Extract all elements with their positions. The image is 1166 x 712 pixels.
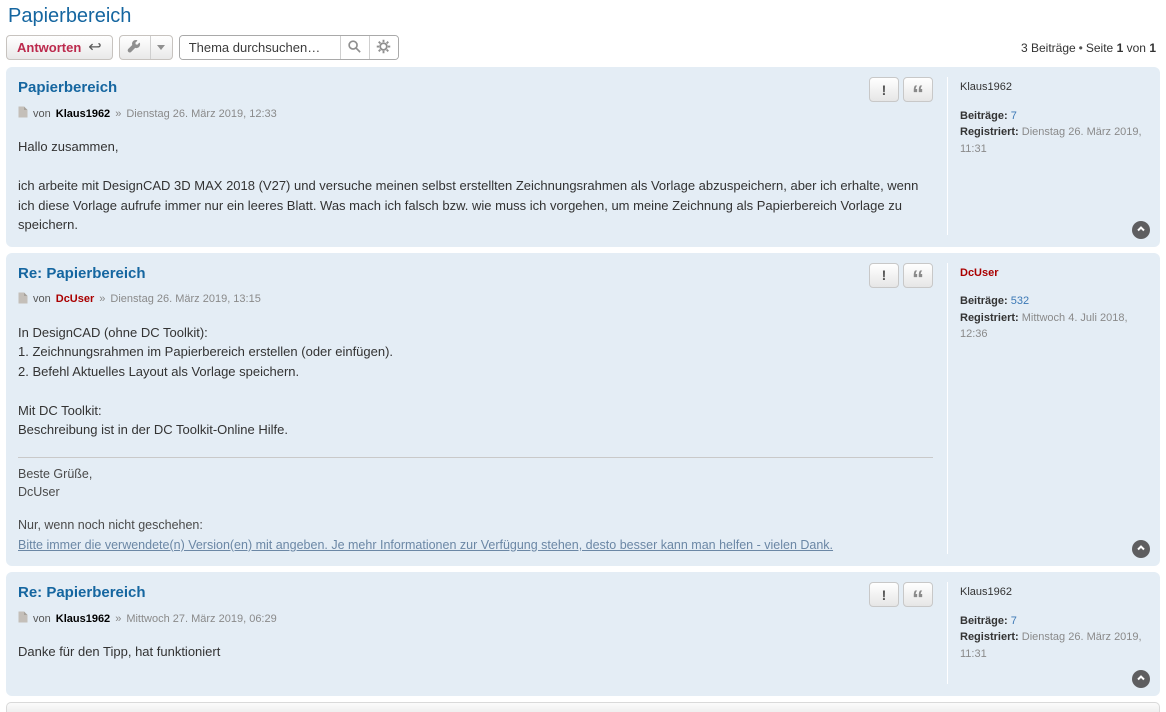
search-submit-button[interactable] xyxy=(340,36,369,59)
quote-button[interactable]: “ xyxy=(903,582,933,607)
post-author-link[interactable]: Klaus1962 xyxy=(56,613,110,625)
back-to-top-button[interactable] xyxy=(1132,670,1150,688)
post-2-body: Re: Papierbereich ! “ von DcUser » Diens… xyxy=(18,263,933,555)
post-file-icon xyxy=(18,611,28,626)
topic-page: Papierbereich Antworten ↩ xyxy=(0,0,1166,712)
report-button[interactable]: ! xyxy=(869,263,899,288)
page-total: 1 xyxy=(1149,41,1156,55)
post-date: Dienstag 26. März 2019, 13:15 xyxy=(110,293,260,305)
report-button[interactable]: ! xyxy=(869,77,899,102)
report-button[interactable]: ! xyxy=(869,582,899,607)
signature-closing: Beste Grüße, DcUser xyxy=(18,465,933,501)
chevron-up-icon xyxy=(1136,221,1146,239)
quote-button[interactable]: “ xyxy=(903,263,933,288)
wrench-icon[interactable] xyxy=(120,36,150,59)
back-to-top-button[interactable] xyxy=(1132,540,1150,558)
post-1-content: Hallo zusammen, ich arbeite mit DesignCA… xyxy=(18,137,933,235)
signature-link[interactable]: Bitte immer die verwendete(n) Version(en… xyxy=(18,536,833,554)
post-2-profile: DcUser Beiträge: 532 Registriert: Mittwo… xyxy=(947,263,1148,555)
reply-button[interactable]: Antworten ↩ xyxy=(6,35,113,60)
back-to-top-button[interactable] xyxy=(1132,221,1150,239)
post-count: 3 Beiträge xyxy=(1021,41,1076,55)
page-current: 1 xyxy=(1117,41,1124,55)
profile-name-link[interactable]: DcUser xyxy=(960,265,999,282)
post-1-byline: von Klaus1962 » Dienstag 26. März 2019, … xyxy=(18,106,933,121)
chevron-down-icon xyxy=(157,45,165,50)
post-author-link[interactable]: DcUser xyxy=(56,293,95,305)
profile-name-link[interactable]: Klaus1962 xyxy=(960,584,1012,601)
signature-note: Nur, wenn noch nicht geschehen: xyxy=(18,516,933,534)
post-2: Re: Papierbereich ! “ von DcUser » Diens… xyxy=(6,253,1160,567)
topic-tools-button[interactable] xyxy=(119,35,173,60)
post-2-content: In DesignCAD (ohne DC Toolkit): 1. Zeich… xyxy=(18,323,933,440)
post-file-icon xyxy=(18,292,28,307)
post-2-title-link[interactable]: Re: Papierbereich xyxy=(18,265,146,282)
post-file-icon xyxy=(18,106,28,121)
post-1-body: Papierbereich ! “ von Klaus1962 » Dienst… xyxy=(18,77,933,235)
post-3-title-link[interactable]: Re: Papierbereich xyxy=(18,584,146,601)
post-3-content: Danke für den Tipp, hat funktioniert xyxy=(18,642,933,662)
post-3-byline: von Klaus1962 » Mittwoch 27. März 2019, … xyxy=(18,611,933,626)
search-icon xyxy=(347,39,362,57)
search-settings-button[interactable] xyxy=(369,36,398,59)
post-author-link[interactable]: Klaus1962 xyxy=(56,108,110,120)
post-1-profile: Klaus1962 Beiträge: 7 Registriert: Diens… xyxy=(947,77,1148,235)
bottom-toolbar-stub xyxy=(6,702,1160,712)
gear-icon xyxy=(376,39,391,57)
post-2-byline: von DcUser » Dienstag 26. März 2019, 13:… xyxy=(18,292,933,307)
profile-post-count-link[interactable]: 7 xyxy=(1011,110,1017,122)
profile-post-count-link[interactable]: 532 xyxy=(1011,295,1029,307)
topic-search-input[interactable] xyxy=(180,36,340,59)
reply-arrow-icon: ↩ xyxy=(88,40,101,56)
pagination: 3 Beiträge•Seite 1 von 1 xyxy=(1021,41,1160,55)
profile-name-link[interactable]: Klaus1962 xyxy=(960,79,1012,96)
quote-button[interactable]: “ xyxy=(903,77,933,102)
post-date: Dienstag 26. März 2019, 12:33 xyxy=(126,108,276,120)
report-icon: ! xyxy=(882,587,887,603)
chevron-up-icon xyxy=(1136,670,1146,688)
chevron-up-icon xyxy=(1136,540,1146,558)
report-icon: ! xyxy=(882,267,887,283)
post-3-body: Re: Papierbereich ! “ von Klaus1962 » Mi… xyxy=(18,582,933,684)
tools-dropdown-caret[interactable] xyxy=(150,36,172,59)
report-icon: ! xyxy=(882,82,887,98)
page-title: Papierbereich xyxy=(8,5,1158,28)
post-date: Mittwoch 27. März 2019, 06:29 xyxy=(126,613,276,625)
signature-divider xyxy=(18,457,933,458)
topic-search-group xyxy=(179,35,399,60)
topic-toolbar: Antworten ↩ xyxy=(6,35,1160,60)
profile-post-count-link[interactable]: 7 xyxy=(1011,615,1017,627)
reply-button-label: Antworten xyxy=(17,40,81,55)
post-1: Papierbereich ! “ von Klaus1962 » Dienst… xyxy=(6,67,1160,247)
post-3: Re: Papierbereich ! “ von Klaus1962 » Mi… xyxy=(6,572,1160,696)
post-3-profile: Klaus1962 Beiträge: 7 Registriert: Diens… xyxy=(947,582,1148,684)
post-1-title-link[interactable]: Papierbereich xyxy=(18,79,117,96)
